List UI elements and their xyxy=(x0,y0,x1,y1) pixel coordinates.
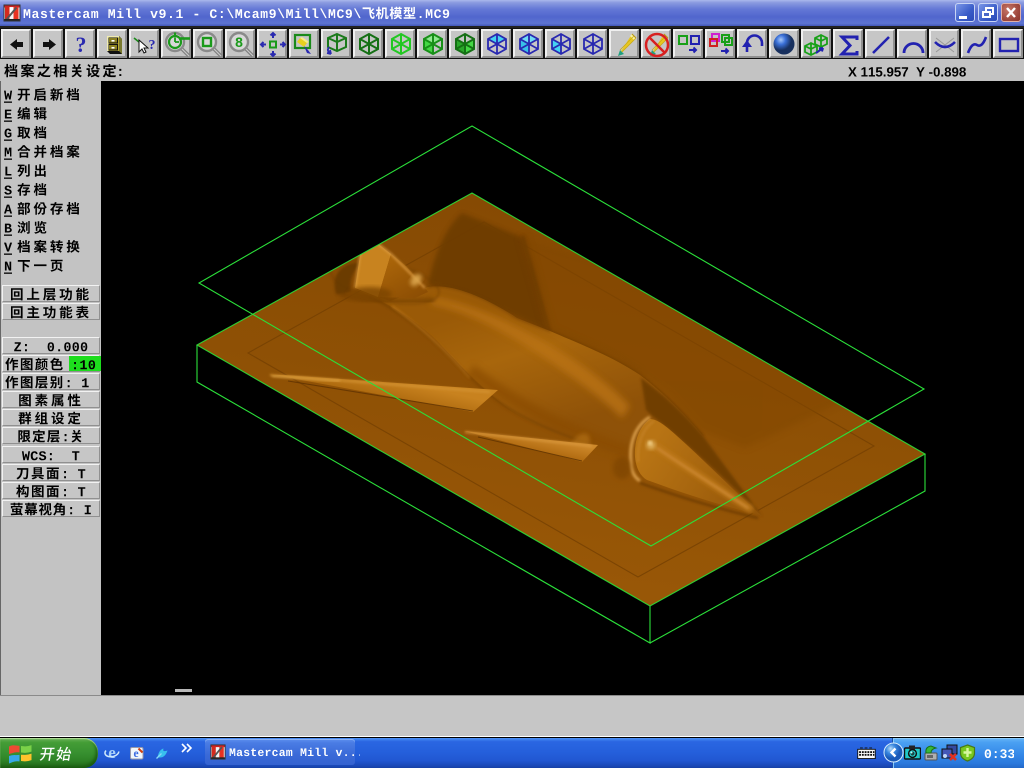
svg-text:e: e xyxy=(133,748,138,760)
svg-text:?: ? xyxy=(76,32,87,57)
svg-text:e: e xyxy=(108,745,116,761)
svg-text:8: 8 xyxy=(235,34,243,50)
svg-text:?: ? xyxy=(149,38,156,53)
